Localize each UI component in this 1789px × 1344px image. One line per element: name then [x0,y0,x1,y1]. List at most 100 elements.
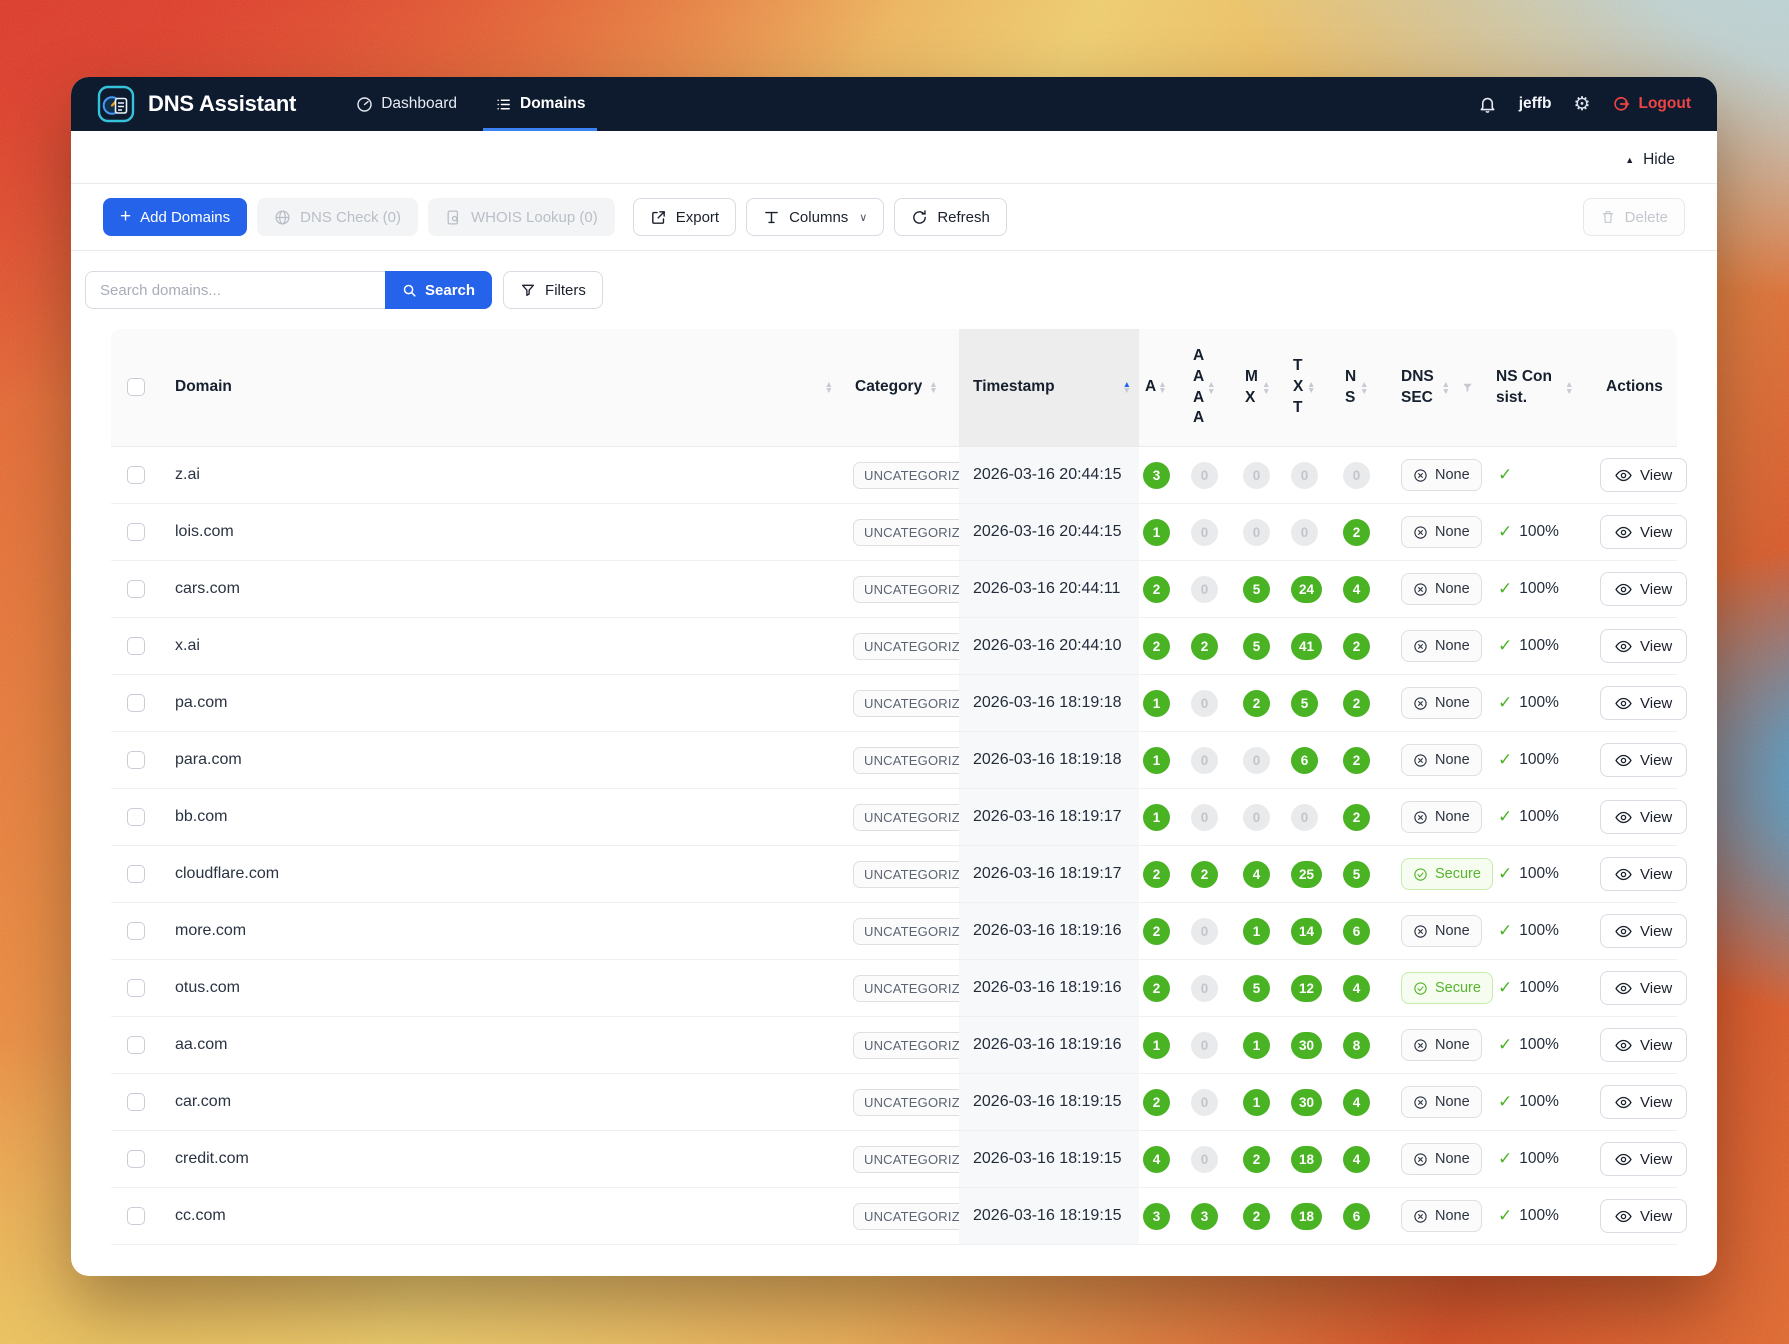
row-checkbox[interactable] [127,1150,145,1168]
category-badge: UNCATEGORIZED [853,633,959,660]
gear-icon[interactable]: ⚙ [1573,95,1590,114]
sort-icon-active[interactable]: ▲▼ [1123,381,1131,394]
eye-icon [1615,524,1632,541]
ns-consistency-value: 100% [1519,1093,1559,1111]
row-checkbox[interactable] [127,466,145,484]
row-checkbox[interactable] [127,979,145,997]
view-button[interactable]: View [1600,1199,1687,1233]
table-row: z.ai UNCATEGORIZED 2026-03-16 20:44:15 3… [111,447,1677,504]
view-button[interactable]: View [1600,515,1687,549]
view-button[interactable]: View [1600,458,1687,492]
sort-icon[interactable]: ▲▼ [1442,381,1450,394]
export-button[interactable]: Export [633,198,736,236]
col-header-ns[interactable]: NS [1345,367,1358,409]
view-button[interactable]: View [1600,686,1687,720]
refresh-button[interactable]: Refresh [894,198,1007,236]
row-checkbox[interactable] [127,1207,145,1225]
sort-icon[interactable]: ▲▼ [1307,381,1315,394]
nav-domains[interactable]: Domains [483,77,597,131]
view-button[interactable]: View [1600,629,1687,663]
dnssec-status: None [1435,1151,1470,1167]
txt-count-badge: 14 [1291,918,1322,945]
search-button[interactable]: Search [385,271,492,309]
select-all-checkbox[interactable] [127,378,145,396]
table-row: cloudflare.com UNCATEGORIZED 2026-03-16 … [111,846,1677,903]
sort-icon[interactable]: ▲▼ [1360,381,1368,394]
table-row: cars.com UNCATEGORIZED 2026-03-16 20:44:… [111,561,1677,618]
row-checkbox[interactable] [127,523,145,541]
mx-count-badge: 0 [1243,804,1270,831]
row-checkbox[interactable] [127,694,145,712]
col-header-category[interactable]: Category [855,377,922,398]
ns-consistency: ✓ 100% [1482,522,1559,542]
category-badge: UNCATEGORIZED [853,690,959,717]
col-header-ns-consist[interactable]: NS Consist. [1496,367,1558,409]
row-checkbox[interactable] [127,808,145,826]
txt-count-badge: 30 [1291,1032,1322,1059]
dnssec-status: None [1435,695,1470,711]
row-checkbox[interactable] [127,637,145,655]
category-badge: UNCATEGORIZED [853,1146,959,1173]
col-header-txt[interactable]: TXT [1293,356,1305,419]
dnssec-status: Secure [1435,866,1481,882]
bell-icon[interactable] [1478,95,1497,114]
filters-button[interactable]: Filters [503,271,603,309]
nav-dashboard[interactable]: Dashboard [344,77,469,131]
view-button[interactable]: View [1600,971,1687,1005]
col-header-a[interactable]: A [1145,377,1156,398]
row-checkbox[interactable] [127,865,145,883]
col-header-mx[interactable]: MX [1245,367,1260,409]
ns-count-badge: 4 [1343,576,1370,603]
sort-icon[interactable]: ▲▼ [1207,381,1215,394]
search-input[interactable] [85,271,385,309]
domain-name: credit.com [161,1150,249,1167]
sort-icon[interactable]: ▲▼ [1158,381,1166,394]
sort-icon[interactable]: ▲▼ [929,381,937,394]
col-header-domain[interactable]: Domain [175,377,232,398]
ns-consistency-value: 100% [1519,694,1559,712]
sort-icon[interactable]: ▲▼ [825,381,833,394]
mx-count-badge: 1 [1243,918,1270,945]
eye-icon [1615,1208,1632,1225]
col-header-aaaa[interactable]: AAAA [1193,346,1205,430]
hide-button[interactable]: ▲ Hide [1625,151,1675,169]
domain-name: bb.com [161,808,227,825]
columns-button[interactable]: Columns ∨ [746,198,884,236]
view-button[interactable]: View [1600,572,1687,606]
sort-icon[interactable]: ▲▼ [1262,381,1270,394]
aaaa-count-badge: 0 [1191,747,1218,774]
dns-check-button[interactable]: DNS Check (0) [257,198,418,236]
view-button[interactable]: View [1600,1085,1687,1119]
check-icon: ✓ [1498,522,1512,542]
row-checkbox[interactable] [127,1093,145,1111]
table-row: car.com UNCATEGORIZED 2026-03-16 18:19:1… [111,1074,1677,1131]
row-checkbox[interactable] [127,922,145,940]
dnssec-status: None [1435,752,1470,768]
row-checkbox[interactable] [127,751,145,769]
whois-lookup-button[interactable]: WHOIS Lookup (0) [428,198,615,236]
view-button[interactable]: View [1600,1142,1687,1176]
logout-button[interactable]: Logout [1612,95,1691,113]
col-header-dnssec[interactable]: DNSSEC [1401,367,1435,409]
view-button[interactable]: View [1600,914,1687,948]
aaaa-count-badge: 0 [1191,576,1218,603]
ns-consistency-value: 100% [1519,637,1559,655]
row-checkbox[interactable] [127,580,145,598]
eye-icon [1615,980,1632,997]
txt-count-badge: 6 [1291,747,1318,774]
view-button[interactable]: View [1600,743,1687,777]
mx-count-badge: 2 [1243,690,1270,717]
filter-funnel-icon[interactable] [1461,381,1474,394]
view-button[interactable]: View [1600,857,1687,891]
sort-icon[interactable]: ▲▼ [1565,381,1573,394]
row-checkbox[interactable] [127,1036,145,1054]
table-row: cc.com UNCATEGORIZED 2026-03-16 18:19:15… [111,1188,1677,1245]
txt-count-badge: 0 [1291,804,1318,831]
view-button[interactable]: View [1600,1028,1687,1062]
columns-icon [763,209,780,226]
a-count-badge: 1 [1143,519,1170,546]
delete-button[interactable]: Delete [1583,198,1685,236]
view-button[interactable]: View [1600,800,1687,834]
col-header-timestamp[interactable]: Timestamp [973,377,1055,398]
add-domains-button[interactable]: + Add Domains [103,198,247,236]
